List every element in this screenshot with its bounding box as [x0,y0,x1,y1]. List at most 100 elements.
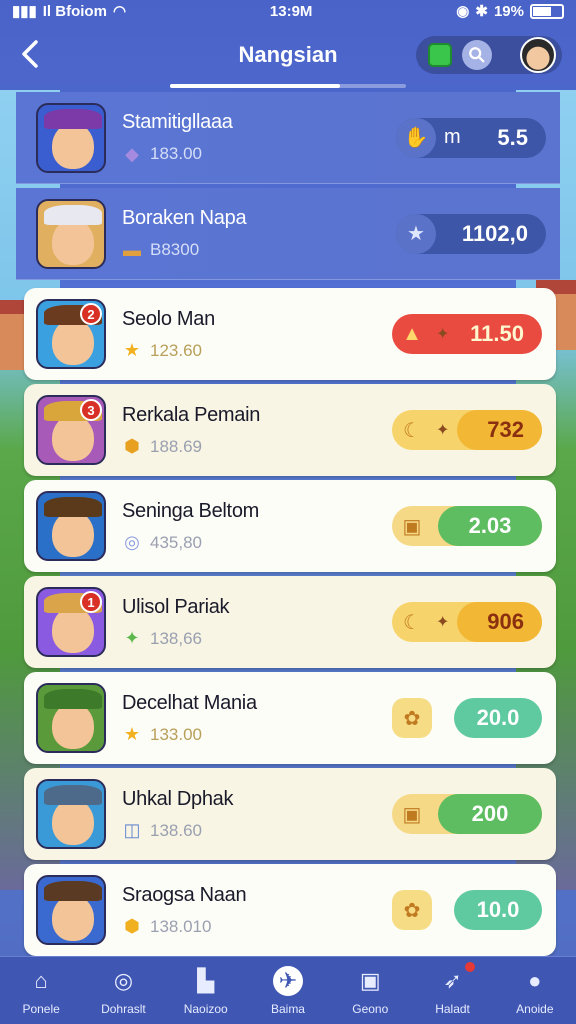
score-value: 138,66 [150,628,202,648]
rank-badge: 1 [80,591,102,613]
profile-card-icon: ▣ [359,967,381,993]
reward-value: 200 [438,794,542,834]
wifi-icon: ◠ [112,3,127,20]
character-face [52,799,94,845]
player-info: Ulisol Pariak ✦ 138,66 [122,596,392,649]
bottom-navigation: ⌂ Ponele ◎ Dohraslt ▙ Naoizoo ✈ Baima ▣ Geono ➶ Hal… [0,956,576,1024]
reward-pill[interactable]: ▲ ✦ 11.50 [392,314,542,354]
reward-icon: ▣ [402,515,422,538]
score-icon: ★ [123,724,141,744]
reward-value: 11.50 [470,321,524,346]
compass-icon: ◎ [113,967,134,993]
character-face [52,607,94,653]
list-item[interactable]: Seninga Beltom ◎ 435,80 ▣ 2.03 [24,480,556,572]
nav-item-baima[interactable]: ✈ Baima [248,965,328,1016]
character-avatar [36,102,106,173]
nav-label: Geono [352,1001,389,1016]
reward-value: 732 [457,410,542,450]
nav-item-haladt[interactable]: ➶ Haladt [413,961,493,1016]
reward-pill[interactable]: ▣ 200 [392,794,542,834]
score-value: 123.60 [150,340,202,360]
character-face [52,703,94,749]
list-item[interactable]: 2 Seolo Man ★ 123.60 ▲ ✦ 11.50 [24,288,556,380]
list-item[interactable]: Sraogsa Naan ⬢ 138.010 ✿ 10.0 [24,864,556,956]
reward-pill[interactable]: ☾ ✦ 906 [392,602,542,642]
nav-label: Ponele [22,1001,60,1016]
signal-icon: ▮▮▮ [12,3,37,20]
list-item[interactable]: Decelhat Mania ★ 133.00 ✿ 20.0 [24,672,556,764]
score-value: 138.60 [150,820,202,840]
reward-icon: ✿ [392,698,432,738]
nav-item-anoide[interactable]: ● Anoide [495,966,575,1016]
avatar[interactable] [520,37,556,73]
character-hat [44,785,102,805]
reward-value: 906 [457,602,542,642]
player-info: Rerkala Pemain ⬢ 188.69 [122,404,392,457]
player-score: ✦ 138,66 [122,628,392,649]
reward-pill[interactable]: ✿ 20.0 [392,698,542,738]
reward-pill[interactable]: ▣ 2.03 [392,506,542,546]
header-actions [416,36,562,74]
character-face [52,511,94,557]
score-value: 133.00 [150,724,202,744]
rank-badge: 2 [80,303,102,325]
character-hat [44,497,102,517]
list-item[interactable]: Uhkal Dphak ◫ 138.60 ▣ 200 [24,768,556,860]
reward-pill[interactable]: ★ 1102,0 [396,213,546,254]
player-info: Uhkal Dphak ◫ 138.60 [122,788,392,841]
score-icon: ◆ [125,143,139,164]
player-name: Ulisol Pariak [122,595,230,618]
player-name: Rerkala Pemain [122,403,261,426]
reward-icon: ★ [396,213,436,254]
reward-pill[interactable]: ✋ m 5.5 [396,117,546,158]
player-name: Seninga Beltom [122,499,260,522]
nav-label: Anoide [516,1001,554,1016]
player-score: ★ 123.60 [122,340,392,361]
player-info: Decelhat Mania ★ 133.00 [122,692,392,745]
carrier-label: Il Bfoiom [42,2,107,20]
nav-label: Naoizoo [183,1001,228,1016]
character-face [52,218,94,265]
player-score: ⬢ 188.69 [122,436,392,457]
list-item[interactable]: Boraken Napa ▬ B8300 ★ 1102,0 [16,188,560,280]
reward-value: 10.0 [454,890,542,930]
player-score: ★ 133.00 [122,724,392,745]
list-item[interactable]: 1 Ulisol Pariak ✦ 138,66 ☾ ✦ 906 [24,576,556,668]
character-avatar: 1 [36,587,106,657]
sparkle-icon: ✦ [436,614,450,631]
score-value: 183.00 [150,144,202,163]
leaderboard-list: Stamitigllaaa ◆ 183.00 ✋ m 5.5 Boraken Napa ▬ B8… [16,92,560,956]
notification-dot [464,961,475,972]
nav-item-dohraslt[interactable]: ◎ Dohraslt [83,966,163,1016]
nav-item-geono[interactable]: ▣ Geono [330,966,410,1016]
reward-pill[interactable]: ☾ ✦ 732 [392,410,542,450]
nav-item-ponele[interactable]: ⌂ Ponele [1,966,81,1016]
player-score: ◫ 138.60 [122,820,392,841]
score-value: 435,80 [150,532,202,552]
search-button[interactable] [462,40,492,70]
player-score: ◎ 435,80 [122,532,392,553]
score-value: 138.010 [150,916,212,936]
character-avatar [36,875,106,945]
player-score: ▬ B8300 [122,240,396,260]
reward-icon: ▣ [402,803,422,826]
reward-icon: ▲ [402,322,422,345]
reward-icon: ☾ [403,611,421,634]
character-avatar [36,779,106,849]
character-face [52,895,94,941]
list-item[interactable]: Stamitigllaaa ◆ 183.00 ✋ m 5.5 [16,92,560,184]
player-score: ⬢ 138.010 [122,916,392,937]
reward-icon: ☾ [403,419,421,442]
battery-icon [529,3,564,19]
list-item[interactable]: 3 Rerkala Pemain ⬢ 188.69 ☾ ✦ 732 [24,384,556,476]
reward-value: 20.0 [454,698,542,738]
nav-item-naoizoo[interactable]: ▙ Naoizoo [166,966,246,1016]
sparkle-icon: ✦ [436,326,450,343]
reward-pill[interactable]: ✿ 10.0 [392,890,542,930]
reward-prefix: m [444,126,461,148]
character-face [52,319,94,365]
reward-value: 2.03 [438,506,542,546]
gem-icon[interactable] [428,43,452,67]
character-avatar [36,198,106,269]
score-icon: ★ [123,340,141,360]
